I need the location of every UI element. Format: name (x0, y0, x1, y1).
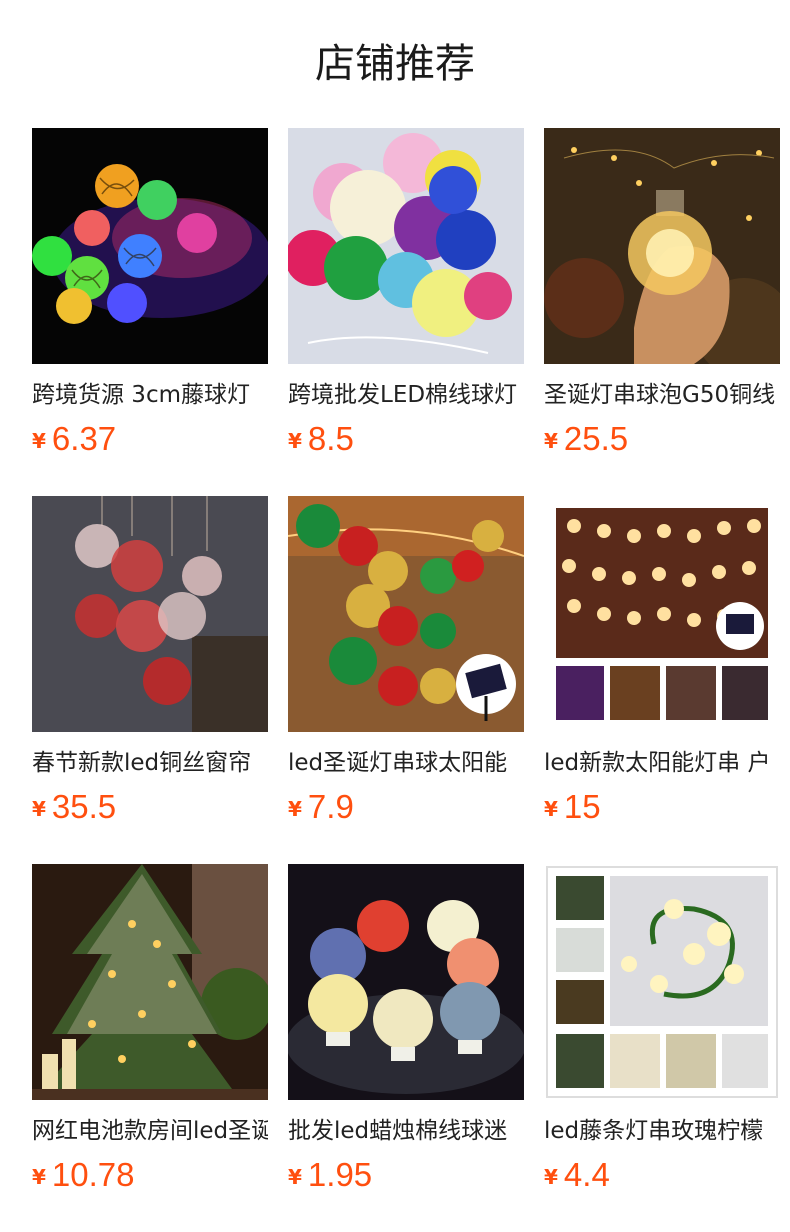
product-name[interactable]: 批发led蜡烛棉线球迷 (288, 1114, 524, 1148)
product-name[interactable]: led圣诞灯串球太阳能 (288, 746, 524, 780)
price-value: 7.9 (307, 788, 354, 825)
product-card[interactable]: 批发led蜡烛棉线球迷 ¥1.95 (288, 864, 524, 1204)
christmas-tree-image[interactable] (32, 864, 268, 1100)
product-card[interactable]: led圣诞灯串球太阳能 ¥7.9 (288, 496, 524, 836)
product-card[interactable]: led藤条灯串玫瑰柠檬 ¥4.4 (544, 864, 780, 1204)
product-card[interactable]: 春节新款led铜丝窗帘 ¥35.5 (32, 496, 268, 836)
product-price: ¥10.78 (32, 1152, 135, 1198)
currency-symbol: ¥ (288, 1165, 302, 1189)
candle-ball-lamps-image[interactable] (288, 864, 524, 1100)
product-price: ¥35.5 (32, 784, 116, 830)
product-name[interactable]: 圣诞灯串球泡G50铜线 (544, 378, 780, 412)
product-card[interactable]: 跨境批发LED棉线球灯 ¥8.5 (288, 128, 524, 468)
product-name[interactable]: 跨境货源 3cm藤球灯 (32, 378, 268, 412)
product-price: ¥15 (544, 784, 601, 830)
hanging-globe-lights-image[interactable] (32, 496, 268, 732)
product-price: ¥7.9 (288, 784, 354, 830)
currency-symbol: ¥ (288, 429, 302, 453)
price-value: 35.5 (51, 788, 117, 825)
price-value: 10.78 (51, 1156, 135, 1193)
product-price: ¥25.5 (544, 416, 628, 462)
product-card[interactable]: led新款太阳能灯串 户 ¥15 (544, 496, 780, 836)
product-price: ¥1.95 (288, 1152, 372, 1198)
cotton-ball-lights-image[interactable] (288, 128, 524, 364)
price-value: 25.5 (563, 420, 629, 457)
product-name[interactable]: 跨境批发LED棉线球灯 (288, 378, 524, 412)
product-name[interactable]: 网红电池款房间led圣诞 (32, 1114, 268, 1148)
price-value: 6.37 (51, 420, 117, 457)
price-value: 4.4 (563, 1156, 610, 1193)
bulb-in-hand-image[interactable] (544, 128, 780, 364)
product-price: ¥8.5 (288, 416, 354, 462)
rose-vine-lights-image[interactable] (544, 864, 780, 1100)
currency-symbol: ¥ (32, 429, 46, 453)
currency-symbol: ¥ (32, 797, 46, 821)
product-name[interactable]: 春节新款led铜丝窗帘 (32, 746, 268, 780)
solar-bubble-lights-image[interactable] (544, 496, 780, 732)
product-card[interactable]: 跨境货源 3cm藤球灯 ¥6.37 (32, 128, 268, 468)
product-card[interactable]: 网红电池款房间led圣诞 ¥10.78 (32, 864, 268, 1204)
price-value: 1.95 (307, 1156, 373, 1193)
price-value: 8.5 (307, 420, 354, 457)
product-name[interactable]: led藤条灯串玫瑰柠檬 (544, 1114, 780, 1148)
page-title: 店铺推荐 (315, 41, 475, 87)
rattan-ball-lights-image[interactable] (32, 128, 268, 364)
product-card[interactable]: 圣诞灯串球泡G50铜线 ¥25.5 (544, 128, 780, 468)
product-price: ¥4.4 (544, 1152, 610, 1198)
christmas-ball-lights-image[interactable] (288, 496, 524, 732)
currency-symbol: ¥ (288, 797, 302, 821)
currency-symbol: ¥ (544, 797, 558, 821)
price-value: 15 (563, 788, 601, 825)
product-name[interactable]: led新款太阳能灯串 户 (544, 746, 780, 780)
currency-symbol: ¥ (544, 1165, 558, 1189)
currency-symbol: ¥ (32, 1165, 46, 1189)
currency-symbol: ¥ (544, 429, 558, 453)
product-price: ¥6.37 (32, 416, 116, 462)
